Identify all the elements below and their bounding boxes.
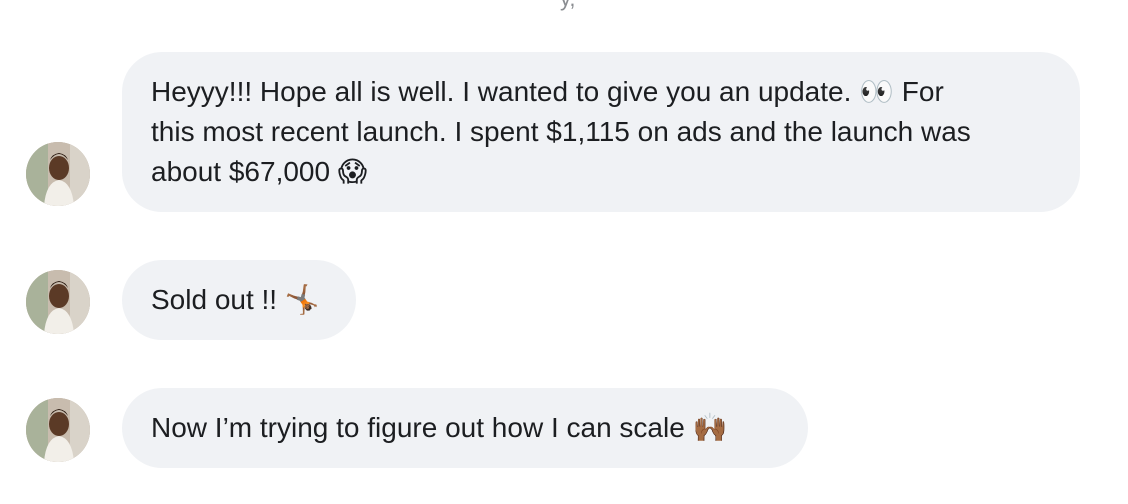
avatar-photo-icon	[26, 270, 90, 334]
message-line: Now I’m trying to figure out how I can s…	[151, 412, 728, 443]
message-line: this most recent launch. I spent $1,115 …	[151, 116, 971, 147]
message-line: Sold out !! 🤸🏾	[151, 284, 320, 315]
previous-message-fragment: y,	[560, 0, 575, 10]
avatar-photo-icon	[26, 142, 90, 206]
avatar-photo-icon	[26, 398, 90, 462]
message-bubble[interactable]: Sold out !! 🤸🏾	[122, 260, 356, 340]
avatar[interactable]	[26, 142, 90, 206]
avatar[interactable]	[26, 270, 90, 334]
message-line: Heyyy!!! Hope all is well. I wanted to g…	[151, 76, 944, 107]
message-line: about $67,000 😱	[151, 156, 368, 187]
message-bubble[interactable]: Heyyy!!! Hope all is well. I wanted to g…	[122, 52, 1080, 212]
message-bubble[interactable]: Now I’m trying to figure out how I can s…	[122, 388, 808, 468]
avatar[interactable]	[26, 398, 90, 462]
